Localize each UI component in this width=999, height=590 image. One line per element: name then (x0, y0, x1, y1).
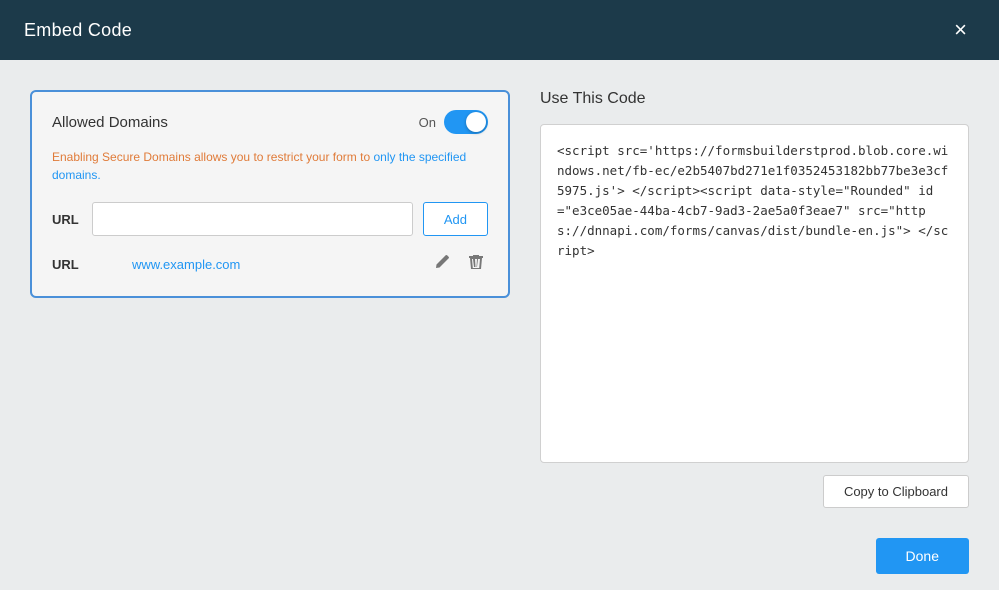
toggle-thumb (466, 112, 486, 132)
trash-icon (468, 254, 484, 270)
url-input-row: URL Add (52, 202, 488, 236)
pencil-icon (434, 254, 450, 270)
main-content: Allowed Domains On Enabling Secure Domai… (0, 60, 999, 528)
allowed-domains-title: Allowed Domains (52, 114, 168, 131)
copy-to-clipboard-button[interactable]: Copy to Clipboard (823, 475, 969, 508)
url-entry-value: www.example.com (132, 257, 420, 272)
help-text: Enabling Secure Domains allows you to re… (52, 148, 488, 184)
embed-code-text: <script src='https://formsbuilderstprod.… (557, 143, 948, 258)
toggle-container: On (419, 110, 488, 134)
embed-code-box[interactable]: <script src='https://formsbuilderstprod.… (540, 124, 969, 463)
url-entry-row: URL www.example.com (52, 250, 488, 278)
use-this-code-title: Use This Code (540, 90, 969, 108)
url-input-label: URL (52, 212, 82, 227)
right-panel: Use This Code <script src='https://forms… (540, 90, 969, 508)
modal-header: Embed Code × (0, 0, 999, 60)
add-button[interactable]: Add (423, 202, 488, 236)
toggle-label: On (419, 115, 436, 130)
allowed-domains-box: Allowed Domains On Enabling Secure Domai… (30, 90, 510, 298)
allowed-domains-header: Allowed Domains On (52, 110, 488, 134)
toggle-track[interactable] (444, 110, 488, 134)
url-input[interactable] (92, 202, 413, 236)
modal-title: Embed Code (24, 20, 132, 41)
delete-button[interactable] (464, 250, 488, 278)
edit-button[interactable] (430, 250, 454, 278)
url-entry-label: URL (52, 257, 82, 272)
modal-footer: Done (0, 528, 999, 590)
done-button[interactable]: Done (876, 538, 969, 574)
close-button[interactable]: × (946, 15, 975, 45)
help-text-link: only the specified domains. (52, 150, 466, 182)
allowed-domains-toggle[interactable] (444, 110, 488, 134)
left-panel: Allowed Domains On Enabling Secure Domai… (30, 90, 510, 508)
